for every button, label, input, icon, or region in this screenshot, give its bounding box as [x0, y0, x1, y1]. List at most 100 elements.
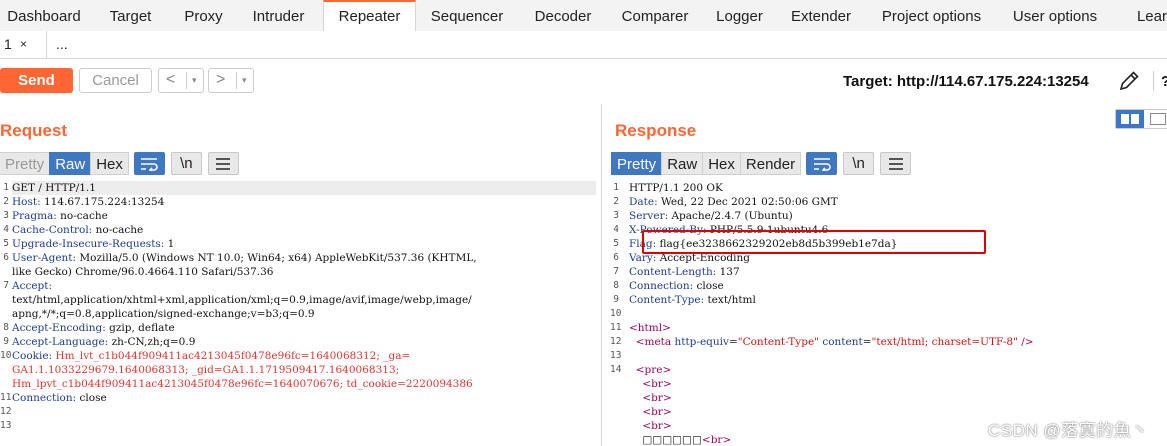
close-icon[interactable]: × — [20, 31, 27, 57]
header-value: no-cache — [56, 210, 108, 222]
response-pretty-tab[interactable]: Pretty — [611, 152, 663, 175]
line-number — [610, 377, 619, 391]
line-number: 3 — [613, 210, 619, 221]
header-name: Cache-Control: — [12, 224, 93, 236]
line-number — [610, 391, 619, 405]
response-format-bar: Pretty Raw Hex Render \n — [611, 152, 912, 175]
br-tag: <br> — [642, 378, 672, 390]
line-number: 12 — [0, 406, 12, 417]
header-name: Pragma: — [12, 210, 57, 222]
header-name: Connection: — [12, 392, 77, 404]
header-value: Hm_lvt_c1b044f909411ac4213045f0478e96fc=… — [52, 350, 411, 362]
header-name: User-Agent: — [12, 252, 77, 264]
response-code: HTTP/1.1 200 OK Date: Wed, 22 Dec 2021 0… — [629, 181, 1167, 446]
request-header-line: Pragma: no-cache — [12, 209, 596, 223]
request-editor[interactable]: 1 2 3 4 5 6 7 8 9 10 11 12 13 GET / HTTP… — [0, 181, 598, 446]
nav-tab-proxy[interactable]: Proxy — [173, 0, 234, 31]
header-name: Upgrade-Insecure-Requests: — [12, 238, 165, 250]
menu-icon[interactable] — [207, 152, 239, 175]
nav-tab-decoder[interactable]: Decoder — [518, 0, 608, 31]
pencil-icon[interactable] — [1117, 69, 1141, 93]
pane-divider[interactable] — [601, 104, 602, 446]
status-line: HTTP/1.1 200 OK — [629, 181, 1167, 195]
header-value: close — [76, 392, 107, 404]
stacked-layout-icon[interactable] — [1150, 113, 1166, 125]
nav-tab-repeater[interactable]: Repeater — [323, 0, 416, 31]
nav-tab-dashboard[interactable]: Dashboard — [0, 0, 88, 31]
header-name: Connection: — [629, 280, 694, 292]
response-render-tab[interactable]: Render — [739, 152, 802, 175]
line-number: 5 — [3, 238, 9, 249]
forward-button[interactable]: > ▾ — [208, 68, 254, 93]
response-header-line: Date: Wed, 22 Dec 2021 02:50:06 GMT — [629, 195, 1167, 209]
pre-line: <pre> — [629, 363, 1167, 377]
show-newlines-toggle[interactable]: \n — [843, 152, 875, 175]
header-name: Accept: — [12, 280, 53, 292]
nav-tab-project-options[interactable]: Project options — [865, 0, 998, 31]
request-code: GET / HTTP/1.1 Host: 114.67.175.224:1325… — [12, 181, 596, 446]
request-header-line: apng,*/*;q=0.8,application/signed-exchan… — [12, 307, 596, 321]
response-hex-tab[interactable]: Hex — [702, 152, 741, 175]
back-button[interactable]: < ▾ — [158, 68, 204, 93]
request-hex-tab[interactable]: Hex — [90, 152, 129, 175]
nav-tab-logger[interactable]: Logger — [702, 0, 777, 31]
cancel-button[interactable]: Cancel — [79, 68, 152, 93]
divider — [236, 72, 237, 89]
nav-tab-intruder[interactable]: Intruder — [234, 0, 323, 31]
chevron-down-icon[interactable]: ▾ — [242, 75, 247, 86]
repeater-tab-1-label: 1 — [4, 36, 12, 52]
repeater-toolbar: Send Cancel < ▾ > ▾ Target: http://114.6… — [0, 59, 1167, 103]
repeater-tab-1[interactable]: 1 × — [0, 31, 47, 58]
nav-tab-learn[interactable]: Lear — [1112, 0, 1167, 31]
request-header-line: Host: 114.67.175.224:13254 — [12, 195, 596, 209]
show-newlines-toggle[interactable]: \n — [170, 152, 202, 175]
html-open-line: <html> — [629, 321, 1167, 335]
line-number: 14 — [610, 364, 622, 375]
header-name: Content-Length: — [629, 266, 717, 278]
new-tab-button[interactable]: ... — [56, 31, 68, 58]
response-header-line: Connection: close — [629, 279, 1167, 293]
br-tag: <br> — [642, 406, 672, 418]
response-editor[interactable]: 1 2 3 4 5 6 7 8 9 10 11 12 13 14 HTTP/1.… — [610, 181, 1167, 446]
send-button[interactable]: Send — [0, 68, 73, 93]
request-header-line: Accept: — [12, 279, 596, 293]
header-name: Host: — [12, 196, 41, 208]
nav-tab-extender[interactable]: Extender — [777, 0, 865, 31]
request-pretty-tab[interactable]: Pretty — [0, 152, 51, 175]
response-header-line: Content-Length: 137 — [629, 265, 1167, 279]
request-header-line: Accept-Encoding: gzip, deflate — [12, 321, 596, 335]
chevron-down-icon[interactable]: ▾ — [192, 75, 197, 86]
word-wrap-icon[interactable] — [806, 152, 838, 175]
request-header-line: User-Agent: Mozilla/5.0 (Windows NT 10.0… — [12, 251, 596, 265]
request-header-line: like Gecko) Chrome/96.0.4664.110 Safari/… — [12, 265, 596, 279]
line-number: 10 — [610, 308, 622, 319]
header-value: 114.67.175.224:13254 — [40, 196, 165, 208]
nav-tab-sequencer[interactable]: Sequencer — [416, 0, 518, 31]
request-raw-tab[interactable]: Raw — [49, 152, 92, 175]
repeater-tab-bar: 1 × ... — [0, 31, 1167, 59]
attr-name: content — [819, 336, 863, 348]
nav-tab-target[interactable]: Target — [88, 0, 173, 31]
request-title: Request — [0, 121, 68, 140]
header-name: Accept-Language: — [12, 336, 109, 348]
request-header-line: Hm_lpvt_c1b044f909411ac4213045f0478e96fc… — [12, 377, 596, 391]
request-header-line: Connection: close — [12, 391, 596, 405]
response-raw-tab[interactable]: Raw — [661, 152, 704, 175]
word-wrap-icon[interactable] — [133, 152, 165, 175]
layout-toggle[interactable] — [1115, 109, 1167, 129]
line-number: 2 — [3, 196, 9, 207]
nav-tab-user-options[interactable]: User options — [998, 0, 1112, 31]
menu-icon[interactable] — [880, 152, 912, 175]
attr-value: "Content-Type" — [737, 336, 819, 348]
line-number: 8 — [3, 322, 9, 333]
line-number: 6 — [613, 252, 619, 263]
line-number — [0, 377, 9, 391]
meta-tag: <meta — [635, 336, 672, 348]
side-by-side-layout-icon[interactable] — [1116, 110, 1144, 128]
help-button[interactable]: ? — [1161, 73, 1167, 90]
header-value: close — [693, 280, 724, 292]
request-header-line: GA1.1.1033229679.1640068313; _gid=GA1.1.… — [12, 363, 596, 377]
header-value: 1 — [164, 238, 175, 250]
nav-tab-comparer[interactable]: Comparer — [608, 0, 702, 31]
line-number: 13 — [610, 350, 622, 361]
